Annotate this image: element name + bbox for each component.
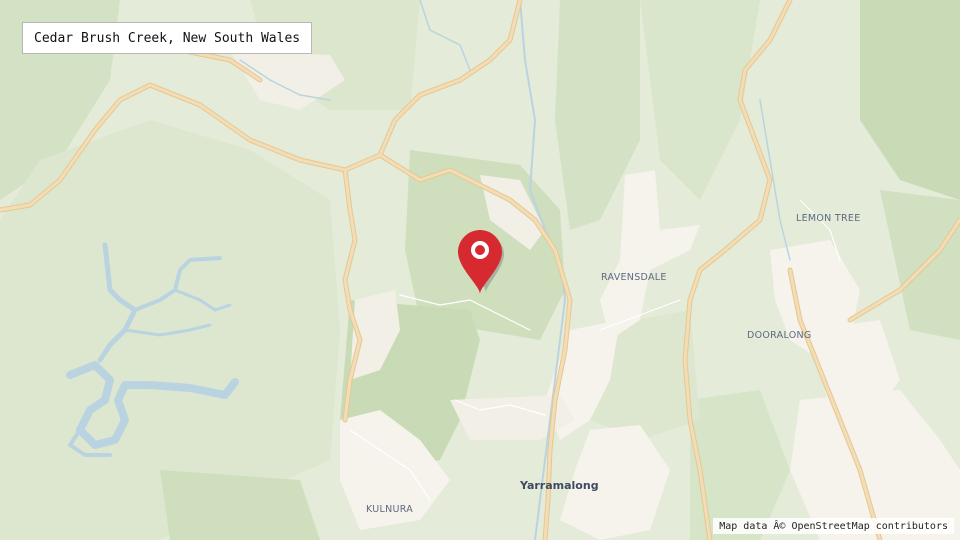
place-label-lemon-tree: LEMON TREE [796, 213, 861, 224]
place-label-ravensdale: RAVENSDALE [601, 272, 667, 283]
place-label-kulnura: KULNURA [366, 504, 414, 515]
location-title: Cedar Brush Creek, New South Wales [22, 22, 313, 54]
map-pin-icon[interactable] [456, 228, 508, 296]
place-label-dooralong: DOORALONG [747, 330, 812, 341]
place-label-yarramalong: Yarramalong [520, 479, 599, 492]
map-attribution[interactable]: Map data Â© OpenStreetMap contributors [713, 518, 954, 534]
